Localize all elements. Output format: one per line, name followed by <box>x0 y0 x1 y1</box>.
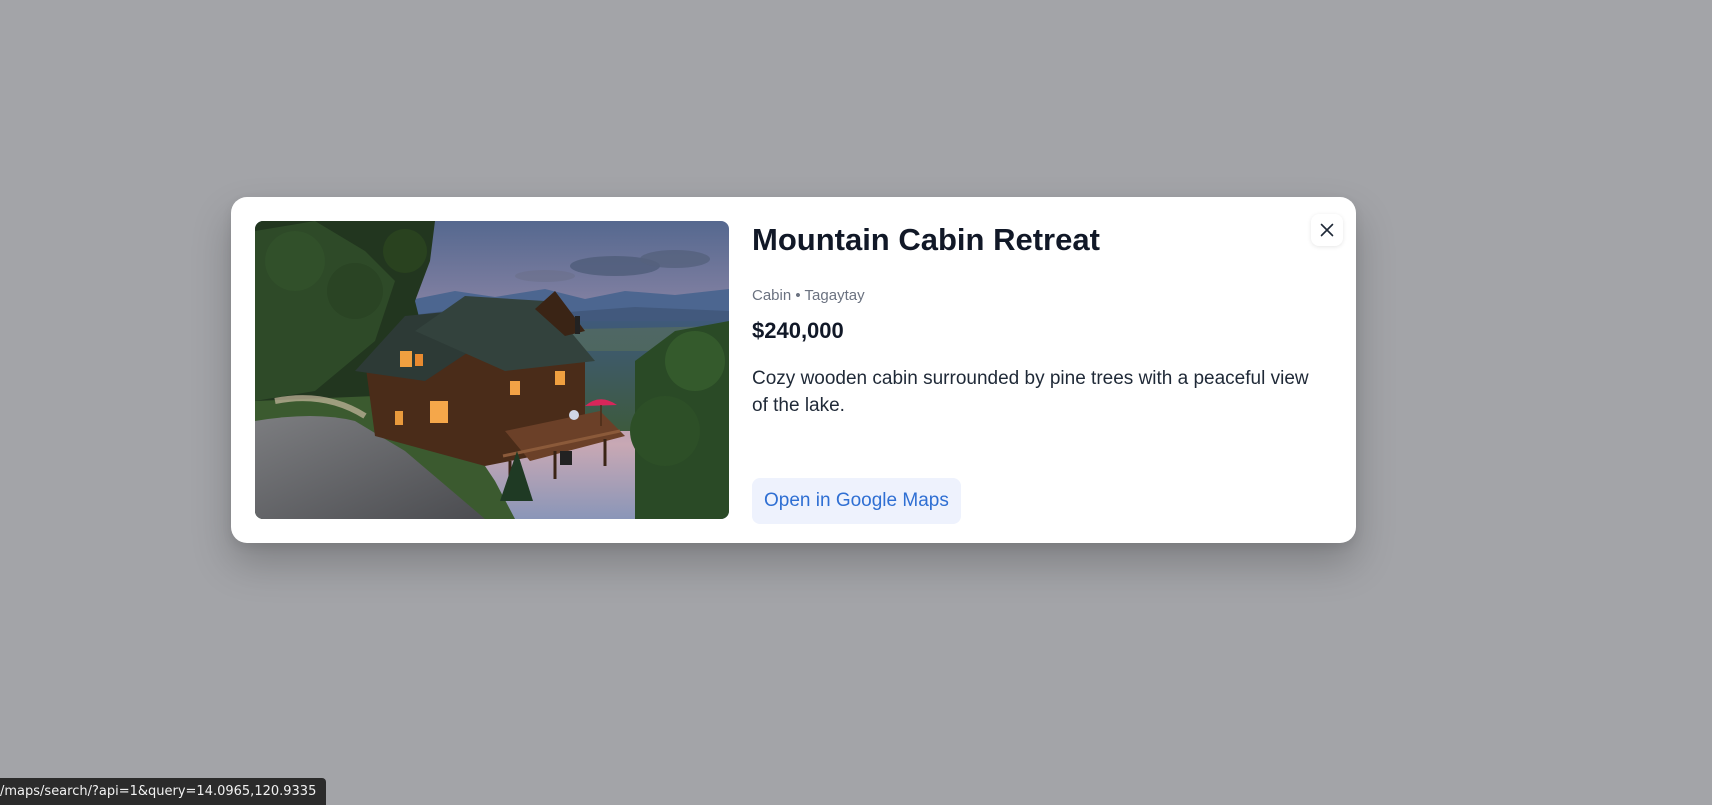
listing-price: $240,000 <box>752 318 844 343</box>
listing-meta: Cabin • Tagaytay <box>752 286 865 306</box>
close-button[interactable] <box>1311 214 1343 246</box>
close-icon <box>1320 223 1334 237</box>
listing-location: Tagaytay <box>804 287 865 304</box>
listing-photo <box>255 221 729 519</box>
cabin-at-dusk-photo <box>255 221 729 519</box>
link-status-bar: /maps/search/?api=1&query=14.0965,120.93… <box>0 778 327 805</box>
listing-title: Mountain Cabin Retreat <box>752 222 1100 257</box>
open-google-maps-button[interactable]: Open in Google Maps <box>752 478 961 524</box>
listing-description: Cozy wooden cabin surrounded by pine tre… <box>752 368 1309 416</box>
listing-type: Cabin <box>752 287 792 304</box>
listing-modal: Mountain Cabin Retreat Cabin • Tagaytay … <box>231 197 1356 543</box>
status-url: /maps/search/?api=1&query=14.0965,120.93… <box>0 784 317 799</box>
meta-separator: • <box>795 287 801 304</box>
